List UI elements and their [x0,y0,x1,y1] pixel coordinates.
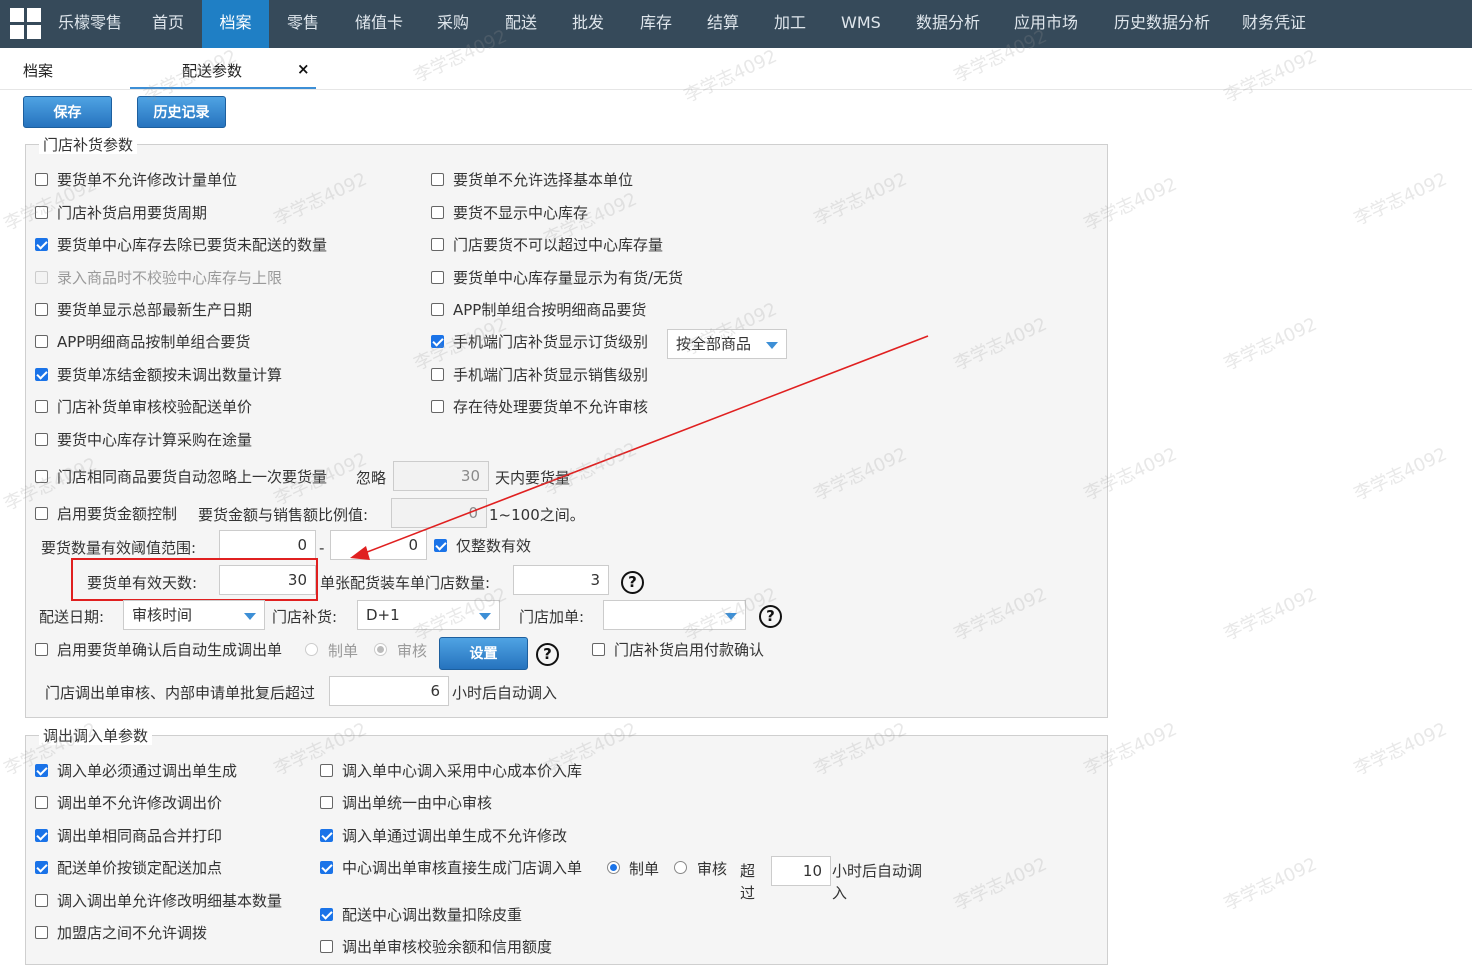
arrow-head [350,546,370,560]
annotation-arrow [350,335,929,560]
arrow-line [361,335,929,555]
